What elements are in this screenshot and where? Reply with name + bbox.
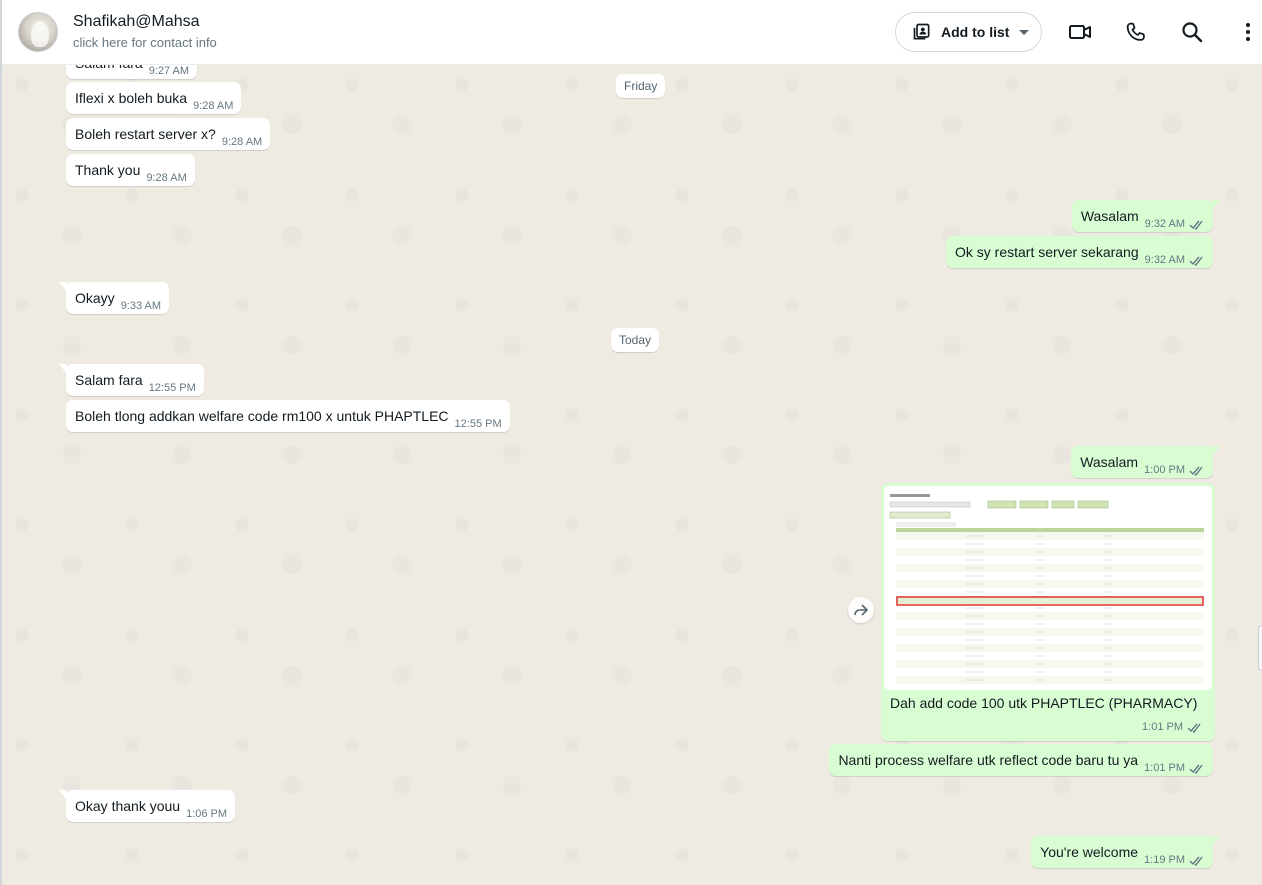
message-incoming[interactable]: Thank you 9:28 AM (66, 154, 195, 186)
message-time: 9:28 AM (146, 172, 187, 184)
chevron-down-icon[interactable] (1019, 30, 1029, 35)
contact-info-link[interactable]: click here for contact info (73, 35, 217, 50)
double-check-icon (1189, 856, 1203, 866)
message-time: 12:55 PM (148, 382, 196, 394)
message-list[interactable]: Salam fara 9:27 AM Friday Iflexi x boleh… (2, 47, 1262, 885)
double-check-icon (1189, 764, 1203, 774)
message-time: 1:01 PM (1142, 721, 1203, 733)
video-call-icon[interactable] (1068, 20, 1092, 44)
double-check-icon (1187, 723, 1201, 733)
message-time: 1:00 PM (1144, 464, 1205, 476)
message-outgoing[interactable]: Ok sy restart server sekarang 9:32 AM (946, 236, 1213, 268)
message-time: 1:06 PM (186, 808, 228, 820)
chat-header: Shafikah@Mahsa click here for contact in… (2, 0, 1262, 65)
forward-button[interactable] (848, 597, 874, 623)
double-check-icon (1189, 256, 1203, 266)
message-time: 9:28 AM (221, 136, 263, 148)
search-icon[interactable] (1180, 20, 1204, 44)
message-incoming[interactable]: Boleh restart server x? 9:28 AM (66, 118, 271, 150)
screenshot-image (884, 486, 1212, 690)
message-incoming[interactable]: Okayy 9:33 AM (58, 282, 170, 314)
message-incoming[interactable]: Boleh tlong addkan welfare code rm100 x … (66, 400, 510, 432)
date-separator: Today (611, 328, 660, 352)
message-incoming[interactable]: Okay thank youu 1:06 PM (58, 790, 236, 822)
message-time: 12:55 PM (454, 418, 502, 430)
double-check-icon (1189, 466, 1203, 476)
message-outgoing[interactable]: Wasalam 9:32 AM (1071, 200, 1221, 232)
message-incoming[interactable]: Salam fara 12:55 PM (59, 364, 204, 396)
double-check-icon (1189, 220, 1203, 230)
contact-name[interactable]: Shafikah@Mahsa (73, 13, 200, 31)
image-caption: Dah add code 100 utk PHAPTLEC (PHARMACY) (890, 695, 1198, 711)
message-time: 1:19 PM (1144, 854, 1205, 866)
message-time: 9:32 AM (1145, 218, 1205, 230)
message-time: 9:33 AM (120, 300, 162, 312)
kebab-menu-icon[interactable] (1236, 20, 1260, 44)
side-panel-handle[interactable] (1258, 625, 1262, 671)
forward-icon (854, 604, 868, 616)
avatar[interactable] (18, 12, 58, 52)
message-outgoing[interactable]: Nanti process welfare utk reflect code b… (829, 744, 1213, 776)
contact-list-icon (913, 23, 930, 40)
chat-window: Shafikah@Mahsa click here for contact in… (0, 0, 1262, 885)
image-message[interactable]: Dah add code 100 utk PHAPTLEC (PHARMACY)… (881, 483, 1215, 741)
image-thumbnail[interactable] (884, 486, 1212, 690)
message-time: 9:27 AM (148, 65, 190, 77)
date-separator: Friday (616, 74, 666, 98)
voice-call-icon[interactable] (1124, 20, 1148, 44)
message-time: 1:01 PM (1144, 762, 1205, 774)
message-outgoing[interactable]: You're welcome 1:19 PM (1031, 836, 1220, 868)
add-to-list-label: Add to list (941, 24, 1010, 40)
message-time: 9:28 AM (193, 100, 234, 112)
add-to-list-button[interactable]: Add to list (895, 12, 1042, 52)
message-outgoing[interactable]: Wasalam 1:00 PM (1071, 446, 1220, 478)
message-incoming[interactable]: Iflexi x boleh buka 9:28 AM (66, 82, 242, 114)
message-time: 9:32 AM (1145, 254, 1205, 266)
